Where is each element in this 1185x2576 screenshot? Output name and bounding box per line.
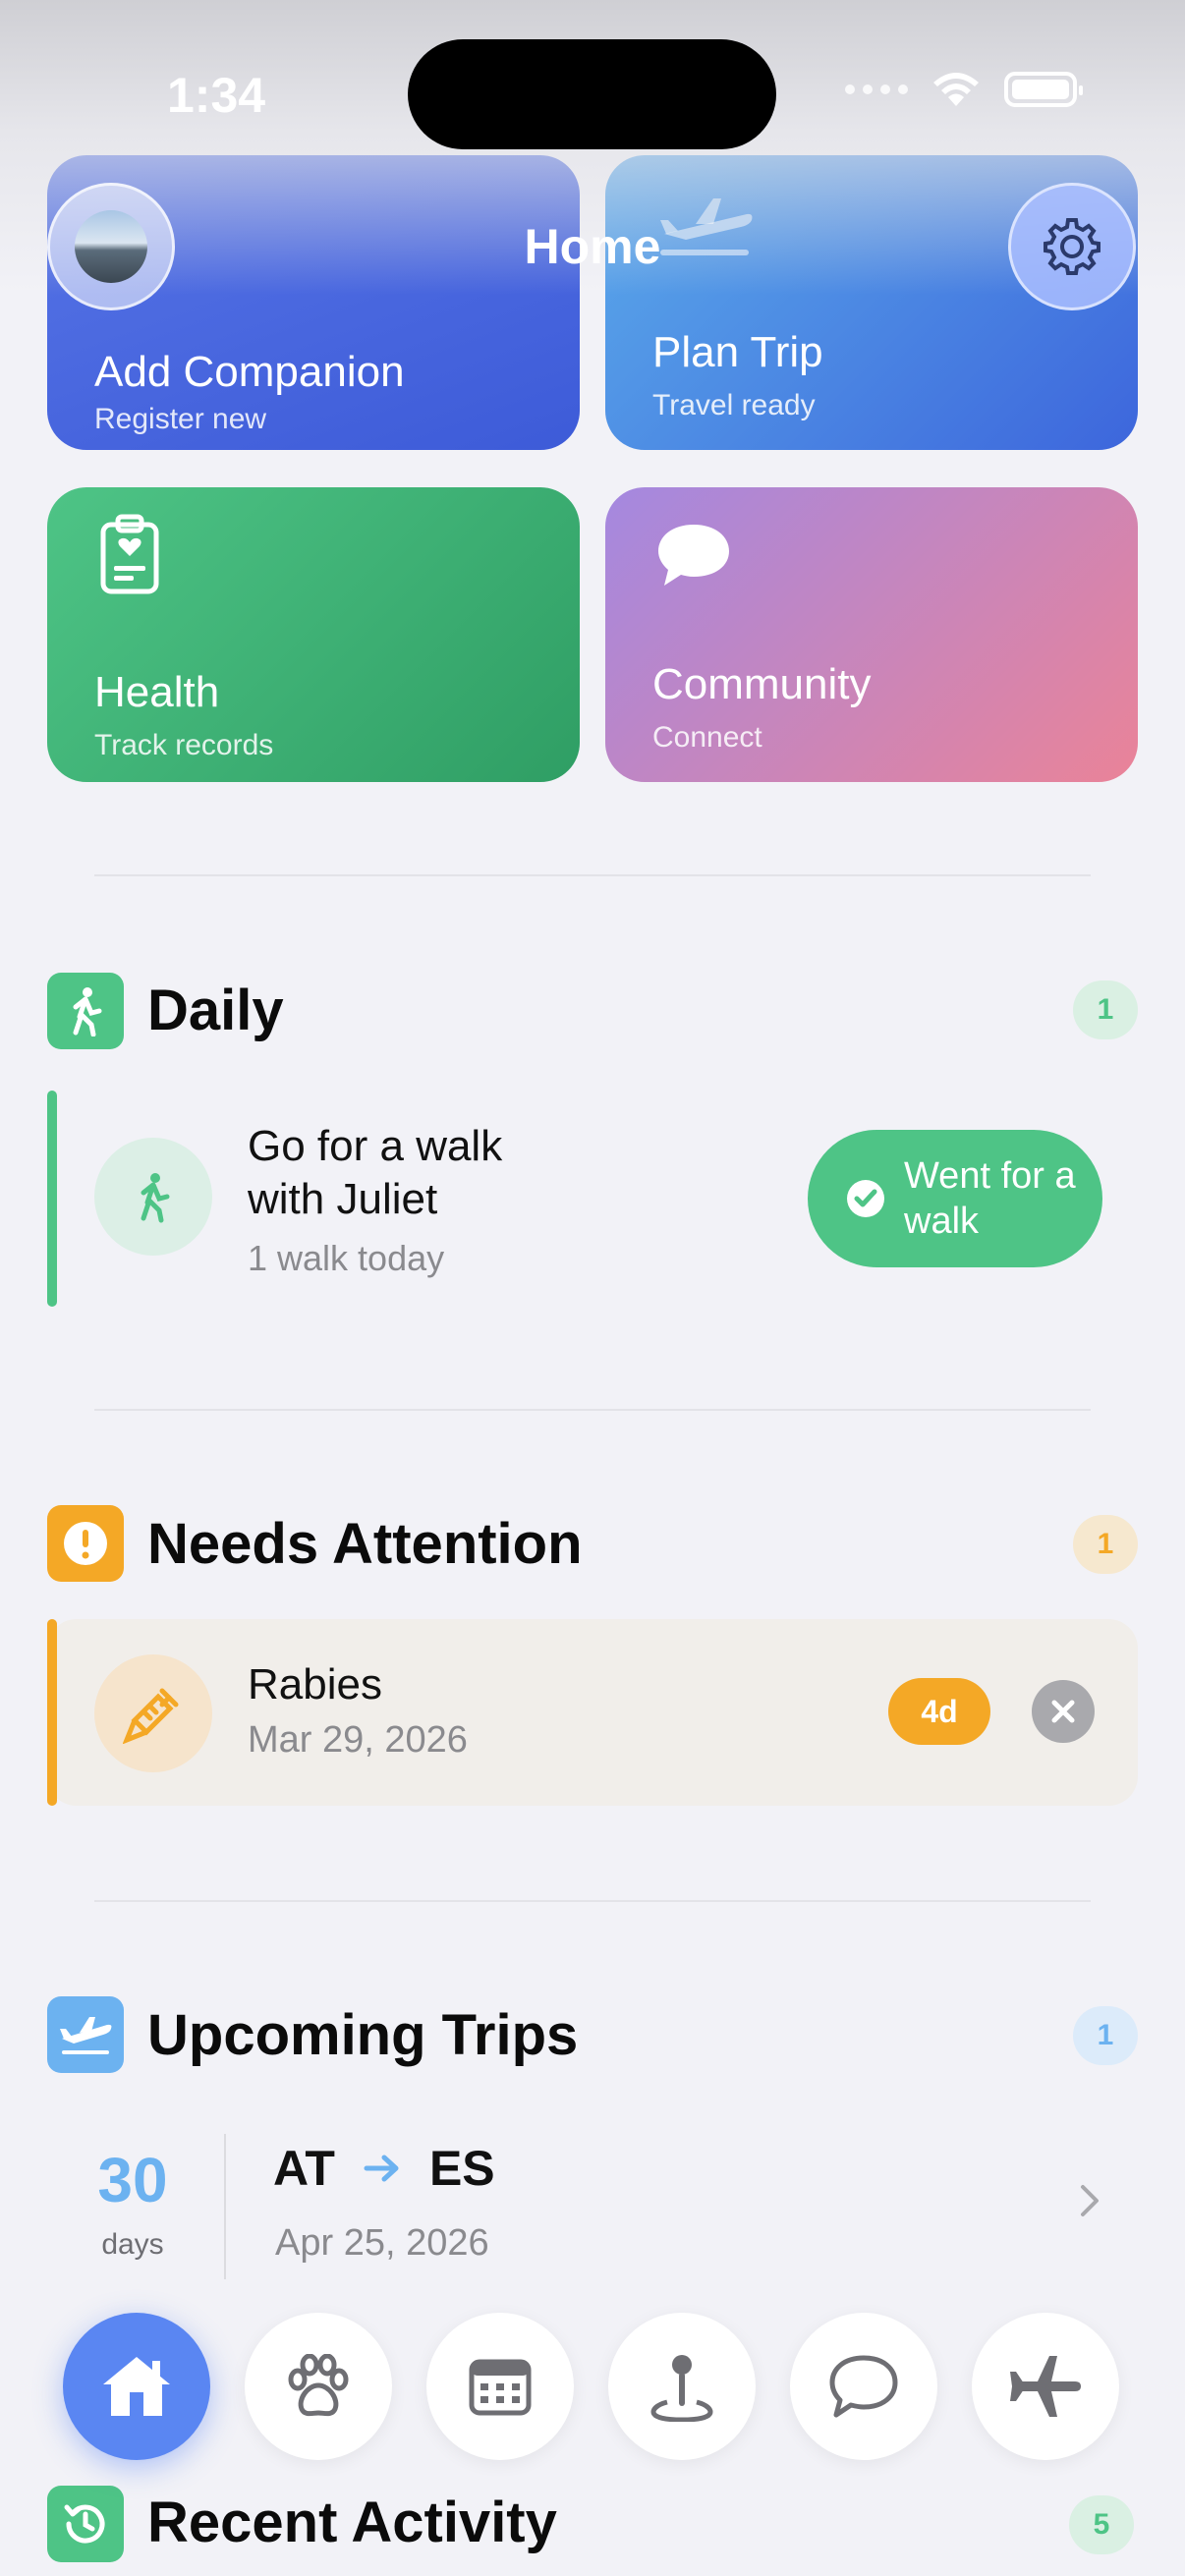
walk-task-icon	[94, 1138, 212, 1256]
went-for-walk-button[interactable]: Went for a walk	[808, 1130, 1102, 1267]
task-subtitle: 1 walk today	[248, 1238, 445, 1278]
nav-pets-button[interactable]	[245, 2313, 392, 2460]
attention-item-title: Rabies	[248, 1660, 382, 1708]
due-days-badge: 4d	[888, 1678, 990, 1745]
divider	[94, 1900, 1091, 1902]
attention-section-icon	[47, 1505, 124, 1582]
walk-section-icon	[47, 973, 124, 1049]
settings-button[interactable]	[1008, 183, 1136, 310]
nav-home-button[interactable]	[63, 2313, 210, 2460]
button-label: Went for a walk	[904, 1155, 1076, 1242]
nav-chat-button[interactable]	[790, 2313, 937, 2460]
map-pin-icon	[650, 2355, 713, 2422]
dismiss-button[interactable]	[1032, 1680, 1095, 1743]
tile-subtitle: Register new	[94, 403, 267, 435]
dynamic-island	[408, 39, 776, 149]
trip-route[interactable]: AT ES	[273, 2140, 495, 2197]
trips-count-badge: 1	[1073, 2006, 1138, 2065]
trip-days-label: days	[101, 2228, 164, 2261]
vaccine-icon-circle	[94, 1654, 212, 1772]
tile-subtitle: Travel ready	[652, 389, 816, 421]
history-icon	[64, 2504, 105, 2544]
syringe-icon	[123, 1688, 179, 1744]
recent-count-badge: 5	[1069, 2495, 1134, 2554]
trip-destination: ES	[428, 2141, 495, 2196]
arrow-right-icon	[364, 2155, 399, 2182]
tile-title: Community	[652, 660, 872, 708]
tile-title: Health	[94, 668, 220, 716]
exclamation-icon	[64, 1522, 107, 1565]
task-title: Go for a walk with Juliet	[248, 1122, 503, 1223]
section-title-daily: Daily	[147, 979, 284, 1042]
section-title-recent: Recent Activity	[147, 2491, 557, 2554]
paw-icon	[288, 2354, 349, 2417]
trip-separator	[224, 2134, 226, 2279]
trip-origin: AT	[273, 2141, 335, 2196]
walking-person-icon	[73, 987, 102, 1036]
battery-icon	[1004, 72, 1083, 107]
section-title-attention: Needs Attention	[147, 1512, 583, 1576]
trip-date: Apr 25, 2026	[275, 2222, 489, 2264]
attention-count-badge: 1	[1073, 1515, 1138, 1574]
wifi-icon	[933, 73, 979, 106]
chat-icon	[829, 2355, 898, 2418]
airplane-departure-icon	[60, 2017, 112, 2054]
status-time: 1:34	[167, 68, 266, 123]
community-tile[interactable]: Community Connect	[605, 487, 1138, 782]
nav-map-button[interactable]	[608, 2313, 756, 2460]
checkmark-circle-icon	[847, 1180, 884, 1217]
home-icon	[103, 2357, 170, 2416]
status-indicators	[845, 71, 1083, 108]
calendar-icon	[469, 2359, 532, 2416]
close-icon	[1051, 1700, 1075, 1723]
nav-trips-button[interactable]	[972, 2313, 1119, 2460]
gear-icon	[1044, 218, 1100, 275]
recent-section-icon	[47, 2486, 124, 2562]
attention-accent-bar	[47, 1619, 57, 1806]
walking-person-icon	[141, 1173, 170, 1223]
tile-subtitle: Connect	[652, 721, 762, 754]
chevron-right-icon[interactable]	[1079, 2183, 1100, 2218]
daily-accent-bar	[47, 1091, 57, 1307]
divider	[94, 874, 1091, 876]
tile-title: Add Companion	[94, 348, 405, 396]
speech-bubble-icon	[658, 525, 729, 586]
health-tile[interactable]: Health Track records	[47, 487, 580, 782]
trip-days-count: 30	[97, 2145, 168, 2215]
tile-title: Plan Trip	[652, 328, 823, 376]
tile-subtitle: Track records	[94, 729, 274, 761]
section-title-trips: Upcoming Trips	[147, 2003, 579, 2067]
cellular-icon	[845, 84, 908, 94]
daily-count-badge: 1	[1073, 980, 1138, 1039]
divider	[94, 1409, 1091, 1411]
trips-section-icon	[47, 1996, 124, 2073]
nav-calendar-button[interactable]	[426, 2313, 574, 2460]
attention-item-date: Mar 29, 2026	[248, 1719, 468, 1761]
airplane-icon	[1010, 2356, 1081, 2417]
clipboard-heart-icon	[100, 514, 159, 594]
